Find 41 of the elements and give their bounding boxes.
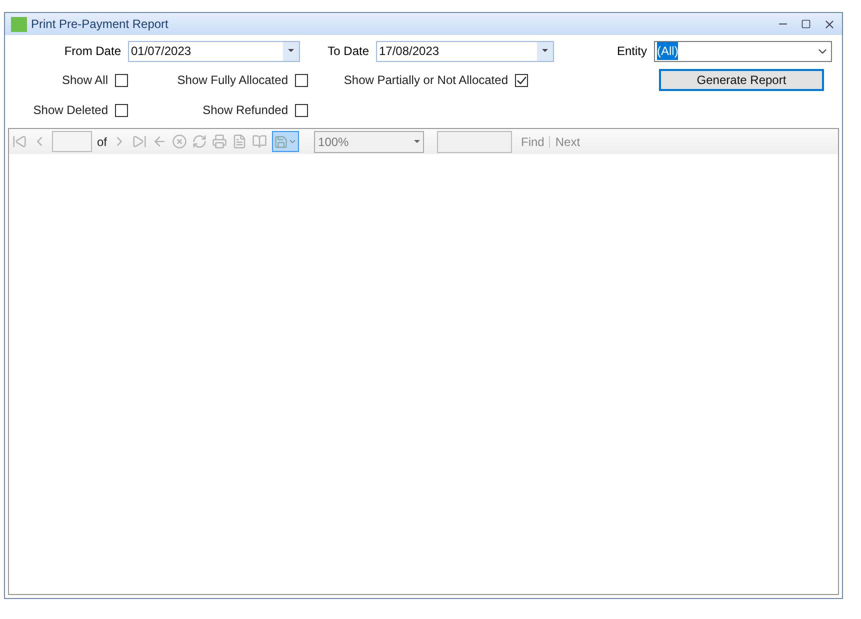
find-link[interactable]: Find — [521, 132, 544, 150]
dropdown-icon[interactable] — [537, 42, 553, 60]
next-link[interactable]: Next — [555, 132, 580, 150]
refresh-icon[interactable] — [192, 134, 208, 149]
last-page-icon[interactable] — [132, 134, 148, 149]
field-label: To Date — [328, 43, 369, 60]
checkbox[interactable] — [115, 74, 128, 86]
caret-icon — [288, 137, 298, 146]
date-field[interactable]: 01/07/2023 — [128, 40, 300, 62]
first-page-icon[interactable] — [12, 134, 27, 149]
window-title: Print Pre-Payment Report — [31, 16, 170, 33]
page-field[interactable] — [52, 131, 92, 152]
checkbox[interactable] — [115, 104, 128, 116]
field-label: From Date — [64, 43, 121, 60]
checkbox[interactable] — [515, 74, 528, 86]
generate-report-button[interactable]: Generate Report — [659, 69, 824, 91]
entity-dropdown[interactable]: (All) — [654, 40, 832, 62]
checkbox-label: Show Refunded — [202, 102, 288, 119]
checkbox-label: Show Fully Allocated — [177, 72, 288, 89]
maximize-icon[interactable] — [801, 19, 811, 29]
close-icon[interactable] — [823, 18, 836, 30]
checkbox[interactable] — [295, 74, 308, 86]
page-count-label: of — [97, 134, 108, 150]
app-logo-icon — [11, 16, 27, 32]
back-icon[interactable] — [152, 134, 168, 149]
checkbox-label: Show Deleted — [33, 102, 108, 119]
page-setup-icon[interactable] — [252, 134, 268, 149]
page-layout-icon[interactable] — [232, 134, 248, 149]
caret-icon — [414, 140, 420, 144]
find-field[interactable] — [437, 130, 512, 152]
field-label: Entity — [616, 43, 647, 60]
checkbox-label: Show All — [62, 72, 108, 89]
save-icon — [274, 134, 288, 148]
stop-icon[interactable] — [172, 134, 188, 149]
checkbox[interactable] — [295, 104, 308, 116]
save-button[interactable] — [272, 131, 300, 152]
date-field[interactable]: 17/08/2023 — [376, 40, 554, 62]
dropdown-icon[interactable] — [283, 42, 299, 60]
zoom-dropdown[interactable]: 100% — [314, 130, 424, 152]
checkbox-label: Show Partially or Not Allocated — [344, 72, 508, 89]
print-icon[interactable] — [212, 134, 228, 149]
